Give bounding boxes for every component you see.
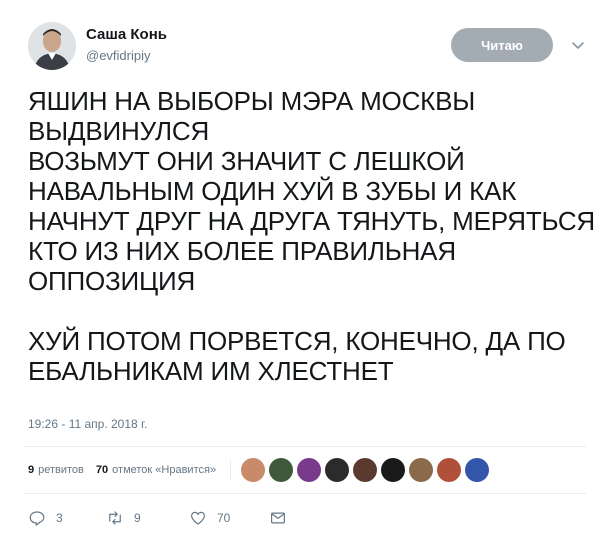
liker-avatar-2[interactable] [269, 458, 294, 482]
avatar-photo-icon [28, 22, 76, 70]
retweet-count: 9 [134, 511, 141, 525]
following-button[interactable]: Читаю [451, 28, 553, 62]
retweet-icon [109, 511, 121, 525]
user-names: Саша Конь @evfidripiy [86, 26, 167, 65]
reply-icon [29, 511, 45, 526]
liker-avatar-7[interactable] [409, 458, 434, 482]
tweet-timestamp[interactable]: 19:26 - 11 апр. 2018 г. [28, 417, 147, 431]
tweet-stats: 9 ретвитов 70 отметок «Нравится» [28, 456, 493, 484]
stats-separator [230, 460, 232, 480]
liker-avatars [241, 458, 493, 482]
tweet-actions: 3 9 70 [28, 506, 287, 530]
direct-message-button[interactable] [269, 509, 287, 527]
reply-count: 3 [56, 511, 63, 525]
reply-button[interactable]: 3 [28, 509, 106, 527]
liker-avatar-6[interactable] [381, 458, 406, 482]
divider [24, 493, 586, 494]
liker-avatar-5[interactable] [353, 458, 378, 482]
tweet-text: ЯШИН НА ВЫБОРЫ МЭРА МОСКВЫ ВЫДВИНУЛСЯ ВО… [28, 86, 595, 386]
envelope-icon [271, 512, 285, 524]
liker-avatar-8[interactable] [437, 458, 462, 482]
retweets-label: ретвитов [38, 464, 84, 476]
liker-avatar-9[interactable] [465, 458, 490, 482]
likes-count: 70 [95, 464, 109, 476]
retweet-button[interactable]: 9 [106, 509, 189, 527]
display-name[interactable]: Саша Конь [86, 26, 167, 44]
retweets-count: 9 [28, 464, 35, 476]
likes-label: отметок «Нравится» [112, 464, 217, 476]
liker-avatar-3[interactable] [297, 458, 322, 482]
heart-icon [191, 511, 205, 525]
like-button[interactable]: 70 [189, 509, 269, 527]
avatar[interactable] [28, 22, 76, 70]
divider [24, 446, 586, 447]
likes-stat[interactable]: 70 отметок «Нравится» [96, 464, 216, 476]
user-handle[interactable]: @evfidripiy [86, 47, 167, 65]
chevron-down-icon[interactable] [570, 37, 586, 53]
liker-avatar-4[interactable] [325, 458, 350, 482]
retweets-stat[interactable]: 9 ретвитов [28, 464, 84, 476]
liker-avatar-1[interactable] [241, 458, 266, 482]
like-count: 70 [217, 511, 231, 525]
tweet-header: Саша Конь @evfidripiy Читаю [24, 16, 590, 76]
